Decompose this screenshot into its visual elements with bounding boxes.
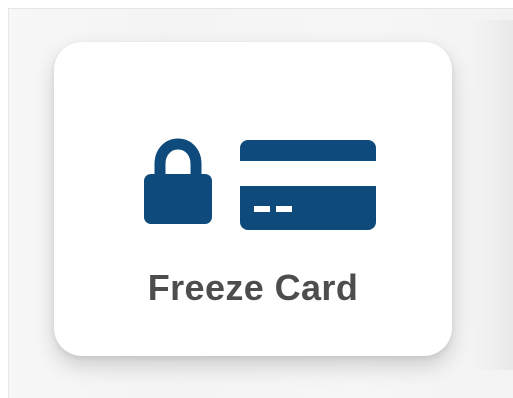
freeze-card-button[interactable]: Freeze Card <box>54 42 452 356</box>
lock-icon <box>144 138 212 224</box>
freeze-card-label: Freeze Card <box>147 267 359 308</box>
screen: Freeze Card <box>0 0 513 398</box>
credit-card-icon <box>240 140 376 230</box>
adjacent-panel-edge <box>470 20 513 370</box>
